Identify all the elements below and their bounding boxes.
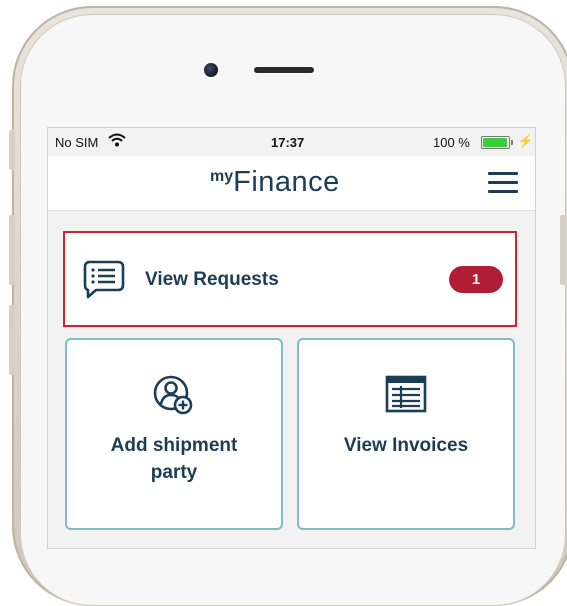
side-button xyxy=(9,130,15,170)
app-header: myFinance xyxy=(48,156,535,211)
volume-down-button xyxy=(9,305,15,375)
add-shipment-party-label: Add shipment party xyxy=(110,435,238,483)
request-count-badge: 1 xyxy=(449,266,503,293)
carrier-label: No SIM xyxy=(55,135,99,150)
logo-prefix: my xyxy=(210,168,234,185)
volume-up-button xyxy=(9,215,15,285)
charging-bolt-icon: ⚡ xyxy=(518,134,533,148)
logo-name: Finance xyxy=(233,166,340,198)
view-invoices-label: View Invoices xyxy=(343,435,469,456)
power-button xyxy=(560,215,566,285)
wifi-icon xyxy=(108,133,126,147)
view-requests-label: View Requests xyxy=(145,269,279,290)
clock: 17:37 xyxy=(271,135,305,150)
earpiece-speaker xyxy=(254,67,314,73)
app-screen: No SIM 17:37 100 % ⚡ myFinance View Requ… xyxy=(47,127,536,549)
battery-percent: 100 % xyxy=(433,135,470,150)
invoice-icon xyxy=(385,375,427,413)
chat-list-icon xyxy=(83,260,125,299)
battery-fill xyxy=(483,138,507,147)
front-camera xyxy=(204,63,218,77)
view-requests-button[interactable]: View Requests 1 xyxy=(63,231,517,327)
add-shipment-party-tile[interactable]: Add shipment party xyxy=(65,338,283,530)
hamburger-menu-icon[interactable] xyxy=(488,172,518,194)
battery-icon xyxy=(481,136,513,149)
app-logo: myFinance xyxy=(210,166,340,199)
add-user-icon xyxy=(153,375,193,415)
status-bar: No SIM 17:37 100 % ⚡ xyxy=(48,128,535,156)
view-invoices-tile[interactable]: View Invoices xyxy=(297,338,515,530)
